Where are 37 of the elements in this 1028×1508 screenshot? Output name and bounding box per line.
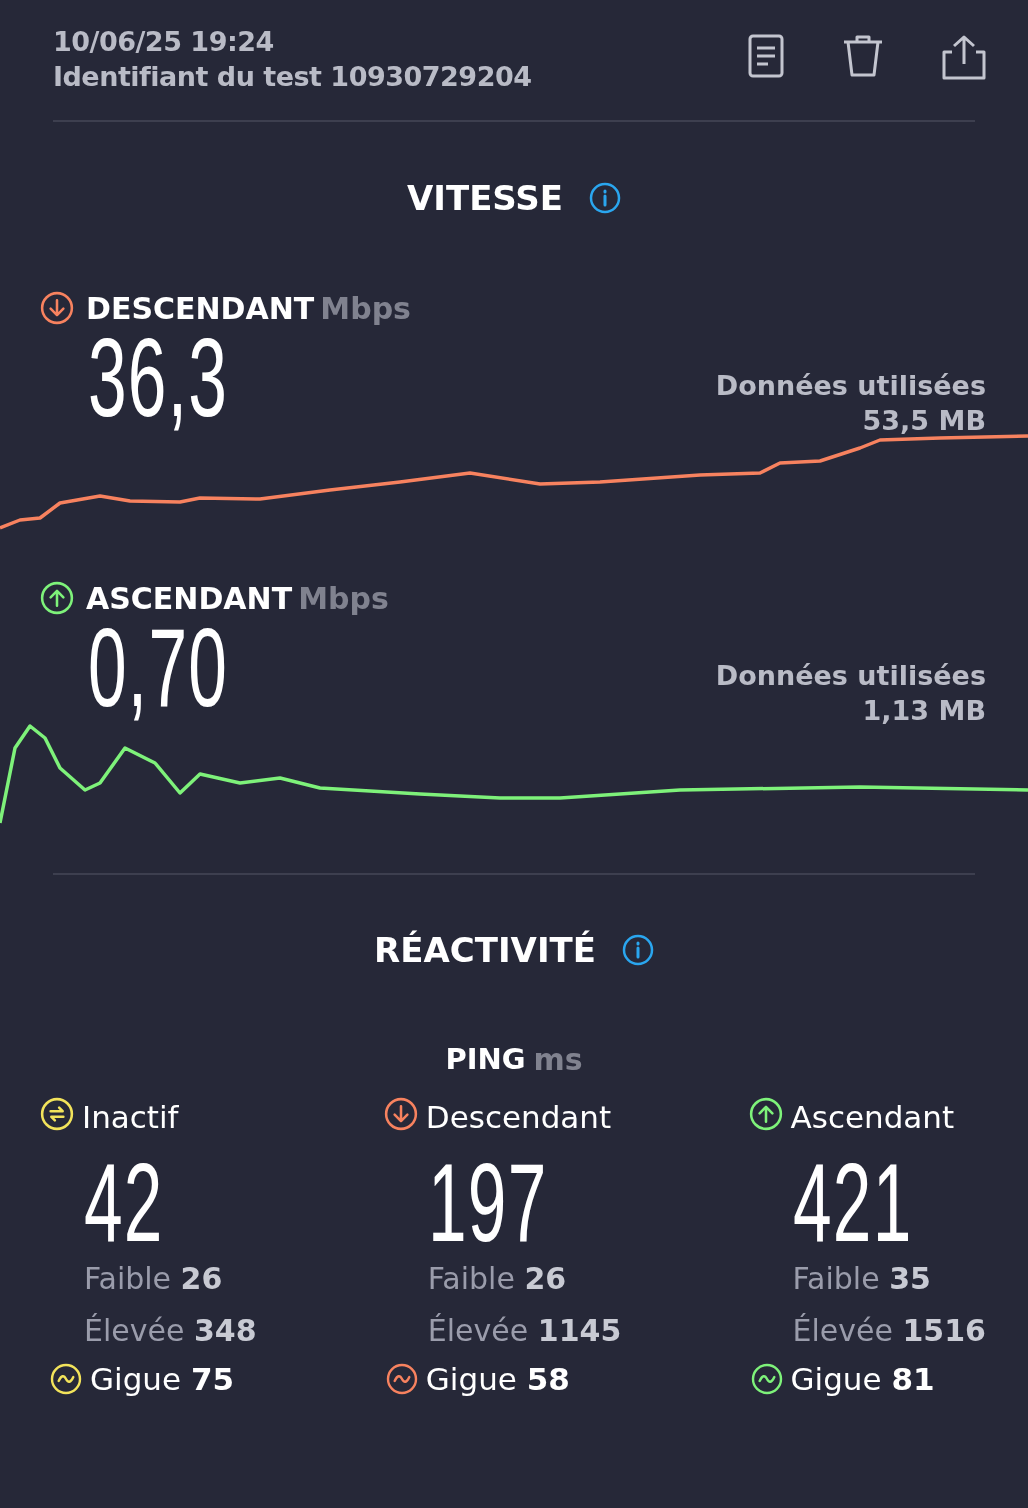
test-date: 10/06/25 19:24	[53, 25, 275, 59]
jitter-value: Gigue 58	[425, 1361, 570, 1397]
trash-icon[interactable]	[842, 34, 884, 78]
unit-label: Mbps	[320, 290, 411, 326]
jitter-value: Gigue 81	[790, 1361, 935, 1397]
ping-label: PING	[445, 1042, 526, 1077]
result-label: DESCENDANT	[86, 290, 315, 326]
section-title: RÉACTIVITÉ	[374, 930, 596, 970]
info-icon[interactable]	[621, 934, 654, 966]
section-title: VITESSE	[406, 178, 564, 218]
high-value: Élevée 1145	[426, 1312, 622, 1350]
low-value: Faible 26	[83, 1260, 224, 1298]
share-icon[interactable]	[942, 34, 986, 80]
test-id: Identifiant du test 10930729204	[53, 60, 532, 94]
data-used-value: 1,13 MB	[862, 694, 986, 728]
unit-label: ms	[533, 1042, 583, 1077]
document-icon[interactable]	[748, 34, 784, 78]
wave-icon	[50, 1363, 82, 1395]
ping-value: 421	[792, 1153, 913, 1253]
ping-type-label: Ascendant	[790, 1099, 955, 1135]
wave-icon	[750, 1363, 783, 1395]
wave-icon	[385, 1363, 418, 1395]
info-icon[interactable]	[589, 182, 622, 214]
ping-value: 197	[427, 1153, 548, 1253]
high-value: Élevée 1516	[791, 1312, 986, 1350]
data-used-label: Données utilisées	[715, 659, 986, 693]
data-used-value: 53,5 MB	[862, 404, 986, 438]
unit-label: Mbps	[298, 580, 389, 616]
high-value: Élevée 348	[83, 1312, 257, 1350]
data-used-label: Données utilisées	[715, 369, 986, 403]
ping-value: 42	[84, 1153, 164, 1253]
jitter-value: Gigue 75	[90, 1361, 235, 1397]
result-label: ASCENDANT	[86, 580, 293, 616]
ping-type-label: Descendant	[425, 1099, 612, 1135]
low-value: Faible 35	[791, 1260, 932, 1298]
ping-type-label: Inactif	[82, 1099, 179, 1135]
low-value: Faible 26	[426, 1260, 568, 1298]
